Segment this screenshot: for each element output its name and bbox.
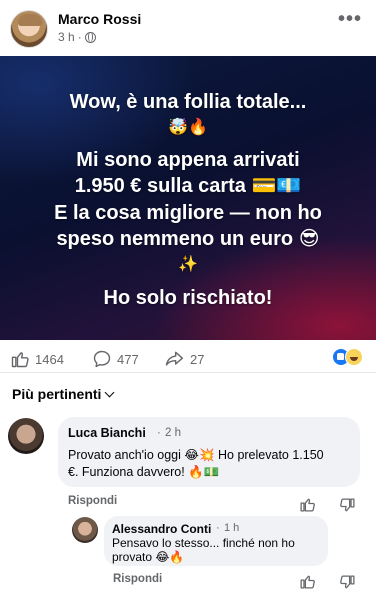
reactions-summary[interactable] bbox=[332, 348, 366, 366]
post-stats: 1464 477 27 bbox=[0, 344, 376, 372]
share-count: 27 bbox=[190, 351, 205, 367]
post-meta: 3 h · bbox=[58, 30, 96, 44]
thumbs-down-icon[interactable] bbox=[339, 574, 356, 591]
comment-time[interactable]: 2 h bbox=[165, 427, 181, 439]
comment-icon bbox=[93, 350, 111, 368]
reply-bubble: Alessandro Conti · 1 h Pensavo lo stesso… bbox=[104, 516, 328, 566]
commenter-name[interactable]: Luca Bianchi bbox=[68, 426, 146, 440]
haha-reaction-icon bbox=[345, 348, 363, 366]
reply-button[interactable]: Rispondi bbox=[113, 573, 162, 585]
share-button[interactable]: 27 bbox=[163, 349, 204, 369]
globe-icon bbox=[84, 31, 96, 43]
share-icon bbox=[165, 351, 184, 366]
comment-text-line-2: provato 😂🔥 bbox=[112, 550, 185, 564]
comment-filter-dropdown[interactable]: Più pertinenti bbox=[12, 386, 115, 402]
like-count: 1464 bbox=[35, 351, 64, 367]
comment-button[interactable]: 477 bbox=[92, 349, 139, 369]
comment-separator: · bbox=[216, 522, 220, 534]
comment-filter-label: Più pertinenti bbox=[12, 386, 102, 402]
comment-separator: · bbox=[157, 427, 161, 439]
commenter-name[interactable]: Alessandro Conti bbox=[112, 522, 211, 536]
banner-line-1: Wow, è una follia totale... bbox=[69, 91, 307, 113]
post-time[interactable]: 3 h bbox=[58, 30, 75, 44]
thumbs-up-icon bbox=[11, 352, 29, 368]
like-button[interactable]: 1464 bbox=[10, 349, 64, 369]
commenter-avatar[interactable] bbox=[72, 517, 98, 543]
reply-button[interactable]: Rispondi bbox=[68, 495, 117, 507]
commenter-avatar[interactable] bbox=[8, 418, 44, 454]
banner-line-3: 1.950 € sulla carta 💳💶 bbox=[74, 175, 302, 197]
thumbs-down-icon[interactable] bbox=[339, 497, 356, 514]
comment-text-line-2: €. Funziona davvero! 🔥💵 bbox=[68, 465, 220, 479]
author-avatar[interactable] bbox=[10, 10, 48, 48]
more-options-icon[interactable]: ••• bbox=[338, 8, 362, 31]
banner-line-2: Mi sono appena arrivati bbox=[76, 149, 300, 171]
banner-line-5: speso nemmeno un euro 😎 bbox=[56, 228, 320, 250]
comment-text-line-1: Provato anch'io oggi 😂💥 Ho prelevato 1.1… bbox=[68, 448, 324, 462]
thumbs-up-icon[interactable] bbox=[299, 496, 316, 513]
chevron-down-icon bbox=[105, 387, 115, 397]
thumbs-up-icon[interactable] bbox=[299, 573, 316, 590]
comment-text-line-1: Pensavo lo stesso... finché non ho bbox=[112, 536, 295, 550]
post-image[interactable]: Wow, è una follia totale... 🤯🔥 Mi sono a… bbox=[0, 56, 376, 340]
banner-line-6: Ho solo rischiato! bbox=[103, 287, 273, 309]
comment-time[interactable]: 1 h bbox=[224, 522, 239, 534]
post-header: Marco Rossi 3 h · ••• bbox=[0, 0, 376, 56]
comment-count: 477 bbox=[117, 351, 139, 367]
divider bbox=[0, 372, 376, 373]
banner-line-4: E la cosa migliore — non ho bbox=[54, 202, 322, 224]
banner-line-1-emoji: 🤯🔥 bbox=[168, 119, 208, 136]
author-name[interactable]: Marco Rossi bbox=[58, 11, 141, 27]
banner-line-5-emoji: ✨ bbox=[178, 256, 198, 273]
meta-separator: · bbox=[77, 30, 82, 44]
comment-bubble: Luca Bianchi · 2 h Provato anch'io oggi … bbox=[58, 417, 360, 487]
